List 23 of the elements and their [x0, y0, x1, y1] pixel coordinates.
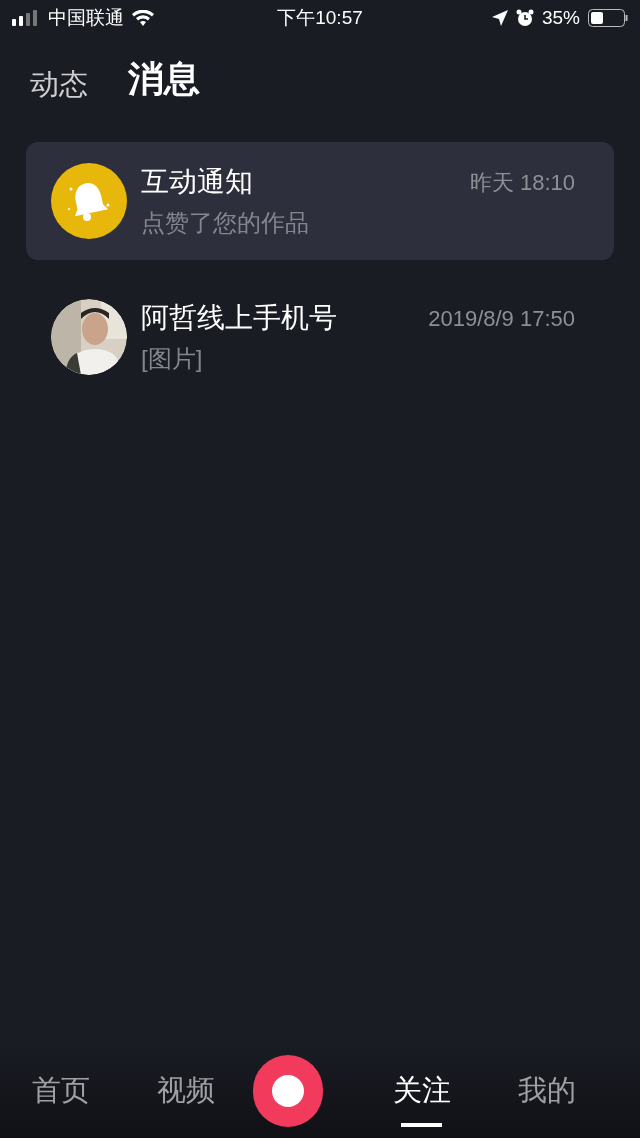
message-item[interactable]: 阿哲线上手机号 2019/8/9 17:50 [图片]: [26, 278, 614, 396]
active-tab-underline: [400, 1122, 443, 1127]
carrier-name: 中国联通: [48, 5, 124, 30]
signal-icon: [12, 10, 40, 26]
message-time: 2019/8/9 17:50: [428, 304, 576, 333]
nav-tab[interactable]: 我的: [516, 1069, 578, 1113]
nav-tab[interactable]: 视频: [155, 1069, 218, 1113]
message-time: 昨天 18:10: [469, 168, 576, 197]
conversation-title: 阿哲线上手机号: [141, 301, 337, 335]
battery-icon: [588, 9, 628, 27]
nav-tab[interactable]: 首页: [30, 1069, 92, 1113]
conversation-title: 互动通知: [141, 165, 253, 199]
nav-tab[interactable]: 关注: [390, 1069, 453, 1113]
message-item[interactable]: 互动通知 昨天 18:10 点赞了您的作品: [26, 142, 614, 260]
clock-time: 下午10:57: [277, 5, 363, 30]
message-preview: [图片]: [141, 344, 204, 374]
alarm-clock-icon: [515, 9, 534, 27]
wifi-icon: [132, 10, 154, 26]
header-tab[interactable]: 消息: [128, 52, 200, 106]
header-tab[interactable]: 动态: [30, 62, 88, 106]
battery-percent: 35%: [541, 5, 580, 30]
location-arrow-icon: [491, 10, 508, 26]
message-preview: 点赞了您的作品: [141, 208, 310, 238]
